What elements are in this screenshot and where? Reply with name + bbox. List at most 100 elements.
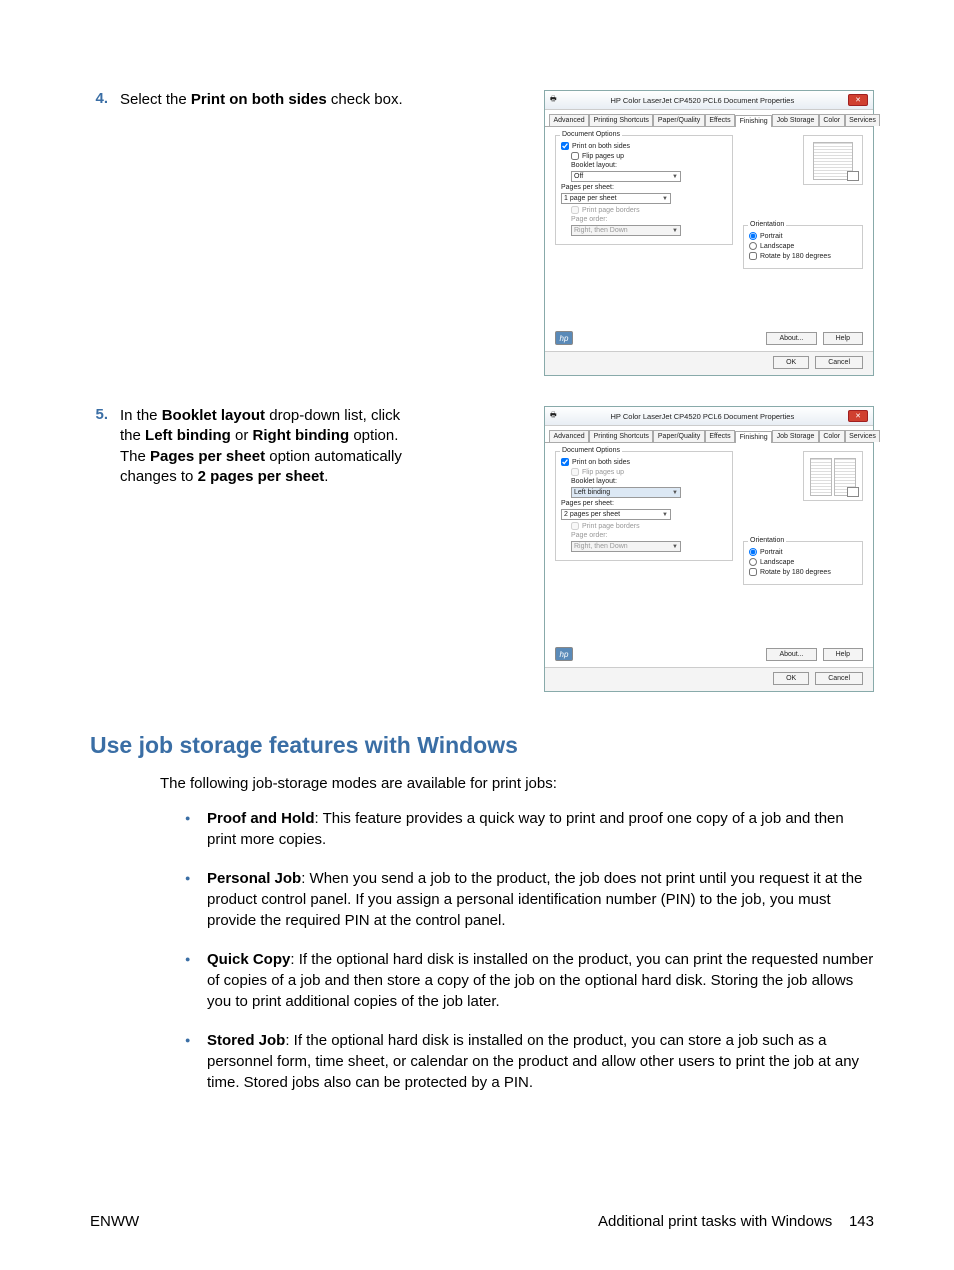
ok-button[interactable]: OK: [773, 356, 809, 369]
footer-left: ENWW: [90, 1213, 139, 1230]
dialog-title: HP Color LaserJet CP4520 PCL6 Document P…: [611, 412, 795, 421]
tab-advanced[interactable]: Advanced: [549, 430, 589, 442]
tab-advanced[interactable]: Advanced: [549, 114, 589, 126]
chevron-down-icon: ▼: [672, 174, 678, 180]
tab-effects[interactable]: Effects: [705, 430, 735, 442]
tab-services[interactable]: Services: [845, 430, 881, 442]
group-title: Orientation: [748, 537, 786, 544]
label: Print on both sides: [572, 459, 630, 466]
orientation-group: Orientation Portrait Landscape Rotate by…: [743, 225, 863, 269]
footer-section: Additional print tasks with Windows: [598, 1213, 832, 1230]
pps-label: Pages per sheet:: [561, 184, 727, 191]
tab-finishing[interactable]: Finishing: [735, 431, 772, 443]
printer-icon: 🖶: [550, 95, 557, 106]
group-title: Document Options: [560, 447, 622, 454]
page-number: 143: [849, 1213, 874, 1230]
label: Landscape: [760, 243, 794, 250]
label: Rotate by 180 degrees: [760, 569, 831, 576]
tab-color[interactable]: Color: [819, 430, 845, 442]
portrait-radio[interactable]: Portrait: [749, 232, 857, 240]
landscape-radio[interactable]: Landscape: [749, 242, 857, 250]
tab-effects[interactable]: Effects: [705, 114, 735, 126]
tab-color[interactable]: Color: [819, 114, 845, 126]
t: .: [324, 468, 328, 485]
pps-label: Pages per sheet:: [561, 500, 727, 507]
list-item: Proof and Hold: This feature provides a …: [185, 808, 874, 850]
bullet-title: Quick Copy: [207, 951, 290, 968]
text: check box.: [327, 91, 403, 108]
label: Portrait: [760, 233, 783, 240]
cancel-button[interactable]: Cancel: [815, 356, 863, 369]
bullet-text: : When you send a job to the product, th…: [207, 870, 862, 929]
bullet-title: Proof and Hold: [207, 810, 315, 827]
label: Landscape: [760, 559, 794, 566]
combo-value: 2 pages per sheet: [564, 511, 620, 518]
tab-services[interactable]: Services: [845, 114, 881, 126]
document-options-group: Document Options Print on both sides Fli…: [555, 135, 733, 245]
booklet-label: Booklet layout:: [571, 478, 727, 485]
hp-logo-icon: hp: [555, 647, 573, 661]
dialog-tabs: Advanced Printing Shortcuts Paper/Qualit…: [545, 110, 873, 127]
flip-pages-checkbox: Flip pages up: [571, 468, 727, 476]
combo-value: Left binding: [574, 489, 610, 496]
label: Print page borders: [582, 207, 640, 214]
rotate-checkbox[interactable]: Rotate by 180 degrees: [749, 252, 857, 260]
close-icon[interactable]: ✕: [848, 94, 868, 106]
about-button[interactable]: About...: [766, 332, 816, 345]
page-order-dropdown: Right, then Down ▼: [571, 225, 681, 236]
ok-button[interactable]: OK: [773, 672, 809, 685]
dialog-titlebar: 🖶 HP Color LaserJet CP4520 PCL6 Document…: [545, 91, 873, 110]
t: In the: [120, 407, 162, 424]
print-both-sides-checkbox[interactable]: Print on both sides: [561, 458, 727, 466]
landscape-radio[interactable]: Landscape: [749, 558, 857, 566]
combo-value: Off: [574, 173, 583, 180]
label: Rotate by 180 degrees: [760, 253, 831, 260]
tab-printing-shortcuts[interactable]: Printing Shortcuts: [589, 114, 653, 126]
cancel-button[interactable]: Cancel: [815, 672, 863, 685]
chevron-down-icon: ▼: [662, 512, 668, 518]
flip-pages-checkbox[interactable]: Flip pages up: [571, 152, 727, 160]
page-order-dropdown: Right, then Down▼: [571, 541, 681, 552]
label: Print page borders: [582, 523, 640, 530]
rotate-checkbox[interactable]: Rotate by 180 degrees: [749, 568, 857, 576]
portrait-radio[interactable]: Portrait: [749, 548, 857, 556]
group-title: Orientation: [748, 221, 786, 228]
document-options-group: Document Options Print on both sides Fli…: [555, 451, 733, 561]
about-button[interactable]: About...: [766, 648, 816, 661]
tab-job-storage[interactable]: Job Storage: [772, 114, 819, 126]
tab-finishing[interactable]: Finishing: [735, 115, 772, 127]
chevron-down-icon: ▼: [672, 228, 678, 234]
orientation-group: Orientation Portrait Landscape Rotate by…: [743, 541, 863, 585]
step-number: 4.: [90, 90, 120, 107]
step4-text: Select the Print on both sides check box…: [120, 90, 430, 110]
print-both-sides-checkbox[interactable]: Print on both sides: [561, 142, 727, 150]
footer-right: Additional print tasks with Windows 143: [598, 1213, 874, 1230]
print-borders-checkbox: Print page borders: [571, 206, 727, 214]
help-button[interactable]: Help: [823, 332, 863, 345]
chevron-down-icon: ▼: [672, 490, 678, 496]
close-icon[interactable]: ✕: [848, 410, 868, 422]
dialog-title: HP Color LaserJet CP4520 PCL6 Document P…: [611, 96, 795, 105]
page-preview: [803, 135, 863, 185]
booklet-layout-dropdown[interactable]: Left binding ▼: [571, 487, 681, 498]
tab-paper-quality[interactable]: Paper/Quality: [653, 430, 704, 442]
tab-paper-quality[interactable]: Paper/Quality: [653, 114, 704, 126]
booklet-layout-dropdown[interactable]: Off ▼: [571, 171, 681, 182]
label: Portrait: [760, 549, 783, 556]
list-item: Personal Job: When you send a job to the…: [185, 868, 874, 931]
page-footer: ENWW Additional print tasks with Windows…: [90, 1213, 874, 1230]
list-item: Stored Job: If the optional hard disk is…: [185, 1030, 874, 1093]
tab-job-storage[interactable]: Job Storage: [772, 430, 819, 442]
t: Booklet layout: [162, 407, 265, 424]
bullet-title: Personal Job: [207, 870, 301, 887]
t: or: [231, 427, 253, 444]
pages-per-sheet-dropdown[interactable]: 1 page per sheet▼: [561, 193, 671, 204]
t: 2 pages per sheet: [198, 468, 325, 485]
pages-per-sheet-dropdown[interactable]: 2 pages per sheet ▼: [561, 509, 671, 520]
help-button[interactable]: Help: [823, 648, 863, 661]
combo-value: Right, then Down: [574, 227, 628, 234]
text-bold: Print on both sides: [191, 91, 327, 108]
tab-printing-shortcuts[interactable]: Printing Shortcuts: [589, 430, 653, 442]
bullet-text: : If the optional hard disk is installed…: [207, 1032, 859, 1091]
print-borders-checkbox: Print page borders: [571, 522, 727, 530]
